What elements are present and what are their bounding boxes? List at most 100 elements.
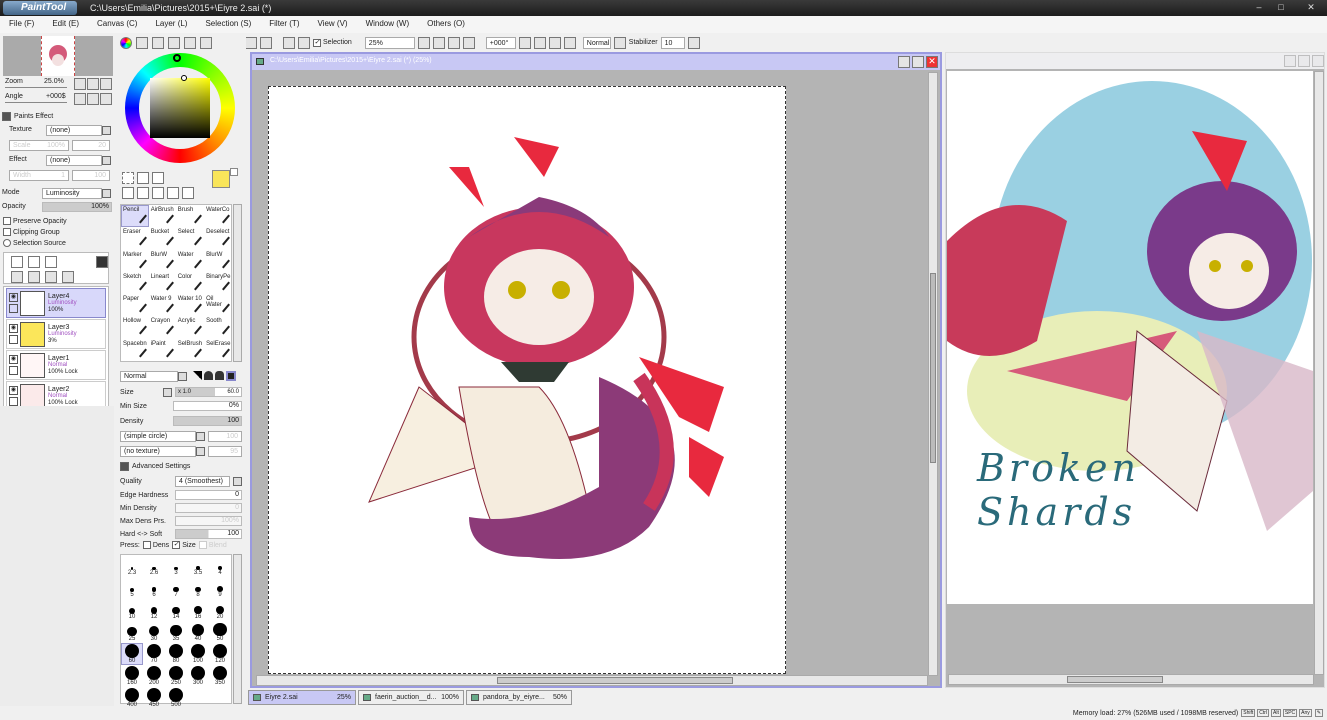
zoom-in-button[interactable] — [447, 36, 460, 49]
zoom-field[interactable]: 25% — [364, 36, 415, 49]
zoom-out-button[interactable] — [432, 36, 445, 49]
eyedropper-icon[interactable] — [182, 187, 194, 199]
brush-size-preset[interactable]: 120 — [209, 643, 231, 665]
menu-item[interactable]: View (V) — [308, 16, 356, 33]
tool-grid-scrollbar[interactable] — [233, 204, 242, 362]
preserve-opacity-checkbox[interactable]: Preserve Opacity — [3, 217, 67, 225]
tool-spacebn[interactable]: Spacebn — [121, 339, 149, 361]
color-marker[interactable] — [181, 75, 187, 81]
reference-minimize-button[interactable] — [1284, 55, 1296, 67]
magic-wand-icon[interactable] — [152, 172, 164, 184]
zoom-reset-button[interactable] — [462, 36, 475, 49]
brush-size-preset[interactable]: 16 — [187, 599, 209, 621]
brush-size-preset[interactable]: 5 — [121, 577, 143, 599]
advanced-settings-header[interactable]: Advanced Settings — [120, 462, 190, 471]
tool-eraser[interactable]: Eraser — [121, 227, 149, 249]
menu-item[interactable]: Canvas (C) — [88, 16, 146, 33]
transfer-down-icon[interactable] — [11, 271, 23, 283]
brush-size-preset[interactable]: 450 — [143, 687, 165, 709]
visibility-eye-icon[interactable]: ◉ — [9, 355, 18, 364]
shape-soft-icon[interactable] — [193, 371, 202, 380]
chevron-down-icon[interactable] — [102, 189, 111, 198]
visibility-eye-icon[interactable]: ◉ — [9, 324, 18, 333]
tool-paper[interactable]: Paper — [121, 294, 149, 316]
shape-medium-icon[interactable] — [204, 371, 213, 380]
primary-color-swatch[interactable] — [212, 170, 230, 188]
blend-mode-select[interactable]: Luminosity — [42, 188, 102, 199]
user-swatches-tab[interactable] — [200, 37, 212, 49]
tool-water[interactable]: Water — [176, 250, 204, 272]
undo-button[interactable] — [245, 36, 257, 49]
brush-size-preset[interactable]: 7 — [165, 577, 187, 599]
clipping-group-checkbox[interactable]: Clipping Group — [3, 228, 60, 236]
hue-marker[interactable] — [173, 54, 181, 62]
new-layer-icon[interactable] — [11, 256, 23, 268]
reference-vertical-scrollbar[interactable] — [1314, 71, 1324, 675]
brush-size-preset[interactable]: 25 — [121, 621, 143, 643]
hard-soft-slider[interactable]: 100 — [175, 529, 242, 539]
navigator-preview[interactable] — [3, 36, 113, 76]
edge-hardness-slider[interactable]: 0 — [175, 490, 242, 500]
brush-size-preset[interactable]: 350 — [209, 665, 231, 687]
tool-ipaint[interactable]: iPaint — [149, 339, 176, 361]
scrollbar-thumb[interactable] — [497, 677, 733, 684]
effect-select[interactable]: (none) — [46, 155, 102, 166]
hand-icon[interactable] — [167, 187, 179, 199]
rotate-reset-button[interactable] — [563, 36, 576, 49]
nav-rotate-reset-button[interactable] — [100, 93, 112, 105]
tool-lineart[interactable]: Lineart — [149, 272, 176, 294]
merge-down-icon[interactable] — [28, 271, 40, 283]
redo-button[interactable] — [260, 36, 272, 49]
opacity-slider[interactable]: 100% — [42, 202, 112, 212]
quality-select[interactable]: 4 (Smoothest) — [175, 476, 230, 487]
nav-rotate-right-button[interactable] — [87, 93, 99, 105]
lock-slot[interactable] — [9, 335, 18, 344]
document-tab[interactable]: Eiyre 2.sai 25% — [248, 690, 356, 705]
brush-size-preset[interactable]: 3 — [165, 555, 187, 577]
reference-maximize-button[interactable] — [1298, 55, 1310, 67]
brush-size-preset[interactable]: 50 — [209, 621, 231, 643]
tool-binarype[interactable]: BinaryPe — [204, 272, 232, 294]
deselect-button[interactable] — [283, 36, 295, 49]
brush-size-preset[interactable]: 70 — [143, 643, 165, 665]
zoom-dropdown[interactable] — [417, 36, 430, 49]
tool-marker[interactable]: Marker — [121, 250, 149, 272]
clear-layer-icon[interactable] — [45, 271, 57, 283]
scrollbar-thumb[interactable] — [1067, 676, 1163, 683]
layer-row[interactable]: ◉ Layer1 Normal 100% Lock — [6, 350, 106, 380]
layer-row[interactable]: ◉ Layer4 Luminosity 100% — [6, 288, 106, 318]
brush-size-preset[interactable]: 40 — [187, 621, 209, 643]
saturation-value-square[interactable] — [150, 78, 210, 138]
layer-mask-icon[interactable] — [96, 256, 108, 268]
brush-size-preset[interactable]: 60 — [121, 643, 143, 665]
lasso-icon[interactable] — [137, 172, 149, 184]
brush-size-preset[interactable]: 500 — [165, 687, 187, 709]
nav-zoom-in-button[interactable] — [87, 78, 99, 90]
tool-selerase[interactable]: SelErase — [204, 339, 232, 361]
brush-size-preset[interactable]: 3.5 — [187, 555, 209, 577]
size-slider[interactable]: x 1.0 60.0 — [175, 387, 242, 397]
chevron-down-icon[interactable] — [102, 156, 111, 165]
tool-color[interactable]: Color — [176, 272, 204, 294]
tool-waterco[interactable]: WaterCo — [204, 205, 232, 227]
density-slider[interactable]: 100 — [173, 416, 242, 426]
document-tab[interactable]: faerin_auction__d... 100% — [358, 690, 464, 705]
press-size-checkbox[interactable]: ✓ Size — [172, 541, 196, 549]
scratchpad-tab[interactable] — [184, 37, 196, 49]
color-swatches-tab[interactable] — [168, 37, 180, 49]
reference-horizontal-scrollbar[interactable] — [948, 674, 1314, 685]
rotate-icon[interactable] — [152, 187, 164, 199]
shape-hard-icon[interactable] — [215, 371, 224, 380]
brush-size-preset[interactable]: 9 — [209, 577, 231, 599]
tool-hollow[interactable]: Hollow — [121, 316, 149, 338]
chevron-down-icon[interactable] — [233, 477, 242, 486]
close-button[interactable]: ✕ — [1302, 1, 1320, 13]
move-icon[interactable] — [122, 187, 134, 199]
brush-size-preset[interactable]: 200 — [143, 665, 165, 687]
tool-acrylic[interactable]: Acrylic — [176, 316, 204, 338]
invert-selection-button[interactable] — [298, 36, 310, 49]
canvas-vertical-scrollbar[interactable] — [928, 72, 938, 676]
stabilizer-dropdown[interactable] — [687, 36, 700, 49]
color-wheel[interactable] — [125, 53, 235, 163]
brush-size-preset[interactable]: 100 — [187, 643, 209, 665]
